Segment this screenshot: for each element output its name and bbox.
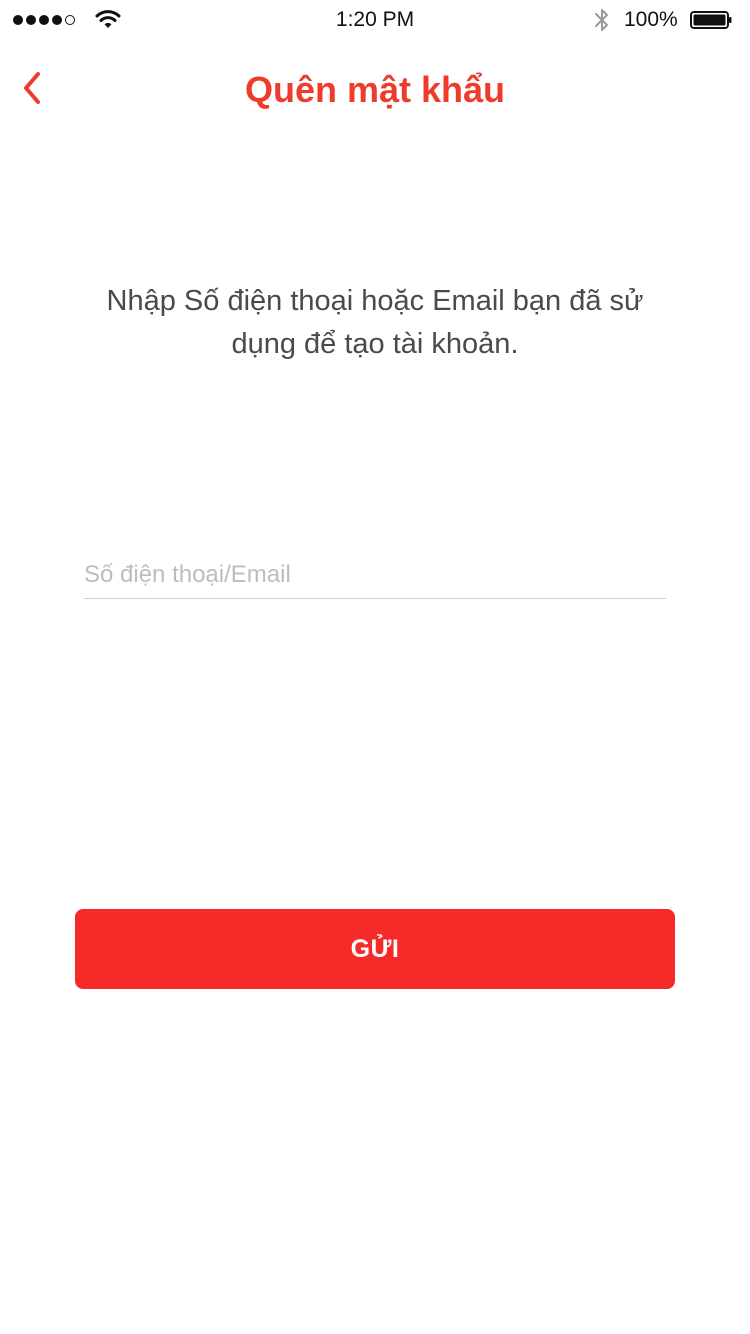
- phone-email-input[interactable]: [84, 556, 666, 594]
- page-title: Quên mật khẩu: [244, 69, 506, 110]
- submit-button[interactable]: GỬI: [75, 909, 675, 989]
- bluetooth-icon: [595, 9, 608, 31]
- battery-icon: [690, 11, 732, 29]
- instruction-text: Nhập Số điện thoại hoặc Email bạn đã sử …: [106, 285, 644, 360]
- status-bar: 1:20 PM 100%: [0, 0, 750, 40]
- contact-field: [84, 556, 666, 599]
- battery-percent: 100%: [624, 8, 678, 31]
